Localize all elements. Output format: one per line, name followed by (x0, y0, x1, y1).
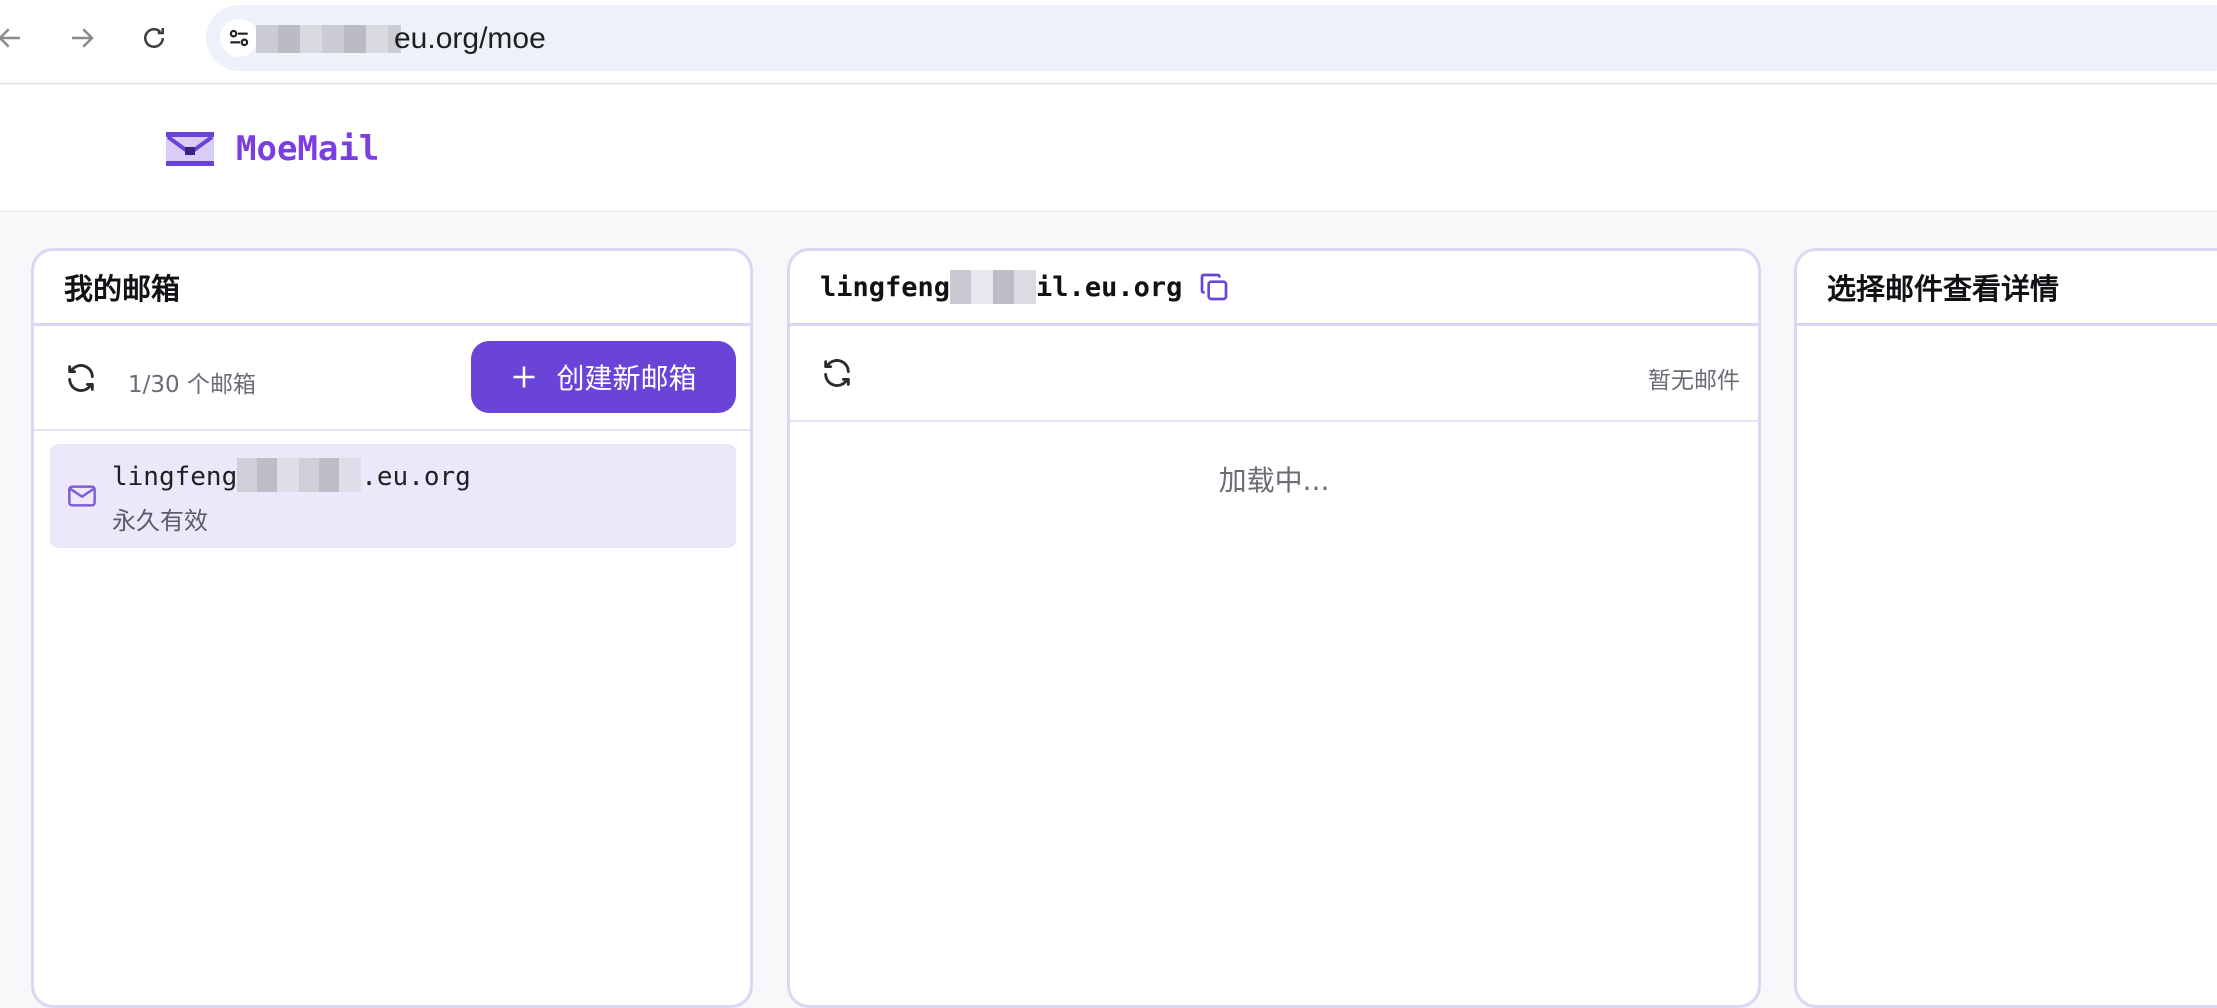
mailboxes-toolbar: 1/30 个邮箱 创建新邮箱 (34, 326, 750, 431)
browser-toolbar: eu.org/moe (0, 0, 2217, 84)
mailbox-address: lingfeng .eu.org (112, 457, 471, 492)
messages-toolbar: 暂无邮件 (790, 326, 1758, 422)
reload-icon (144, 28, 164, 48)
create-mailbox-label: 创建新邮箱 (556, 362, 697, 395)
refresh-icon (68, 364, 94, 392)
app-name[interactable]: MoeMail (236, 129, 379, 169)
detail-title: 选择邮件查看详情 (1797, 251, 2217, 326)
mailbox-list-item[interactable]: lingfeng .eu.org 永久有效 (50, 444, 736, 548)
site-info-button[interactable] (220, 19, 258, 57)
url-text: eu.org/moe (394, 22, 546, 55)
moemail-logo-icon[interactable] (164, 129, 216, 169)
copy-icon[interactable] (1198, 271, 1230, 303)
mailbox-count: 1/30 个邮箱 (128, 372, 256, 398)
arrow-right-icon (72, 28, 94, 48)
tune-icon (229, 29, 249, 47)
app-header: MoeMail (0, 85, 2217, 212)
mailboxes-panel: 我的邮箱 1/30 个邮箱 创建新邮箱 lingfeng .eu.org 永久有效 (31, 248, 753, 1008)
address-redacted (237, 457, 362, 492)
current-address-prefix: lingfeng (820, 271, 951, 303)
mail-icon (68, 485, 96, 507)
refresh-messages-button[interactable] (820, 356, 854, 390)
mailbox-address-prefix: lingfeng (112, 462, 238, 492)
address-redacted (950, 270, 1037, 304)
detail-panel: 选择邮件查看详情 (1794, 248, 2217, 1008)
address-bar[interactable]: eu.org/moe (206, 5, 2217, 71)
mailboxes-title: 我的邮箱 (34, 251, 750, 326)
forward-button[interactable] (60, 16, 104, 60)
current-address-suffix: il.eu.org (1036, 271, 1183, 303)
loading-text: 加载中... (1218, 464, 1330, 497)
refresh-icon (824, 359, 850, 387)
plus-icon (513, 366, 535, 388)
mailbox-expiry: 永久有效 (112, 507, 208, 535)
messages-header: lingfeng il.eu.org (790, 251, 1758, 326)
messages-panel: lingfeng il.eu.org 暂无邮件 加载中... (787, 248, 1761, 1008)
mailbox-address-suffix: .eu.org (361, 462, 471, 492)
back-button[interactable] (0, 16, 32, 60)
create-mailbox-button[interactable]: 创建新邮箱 (471, 341, 736, 413)
arrow-left-icon (0, 28, 20, 48)
current-mailbox-address: lingfeng il.eu.org (820, 270, 1182, 304)
url-redacted (256, 25, 401, 53)
refresh-mailboxes-button[interactable] (64, 361, 98, 395)
no-mail-status: 暂无邮件 (1648, 368, 1740, 394)
reload-button[interactable] (132, 16, 176, 60)
